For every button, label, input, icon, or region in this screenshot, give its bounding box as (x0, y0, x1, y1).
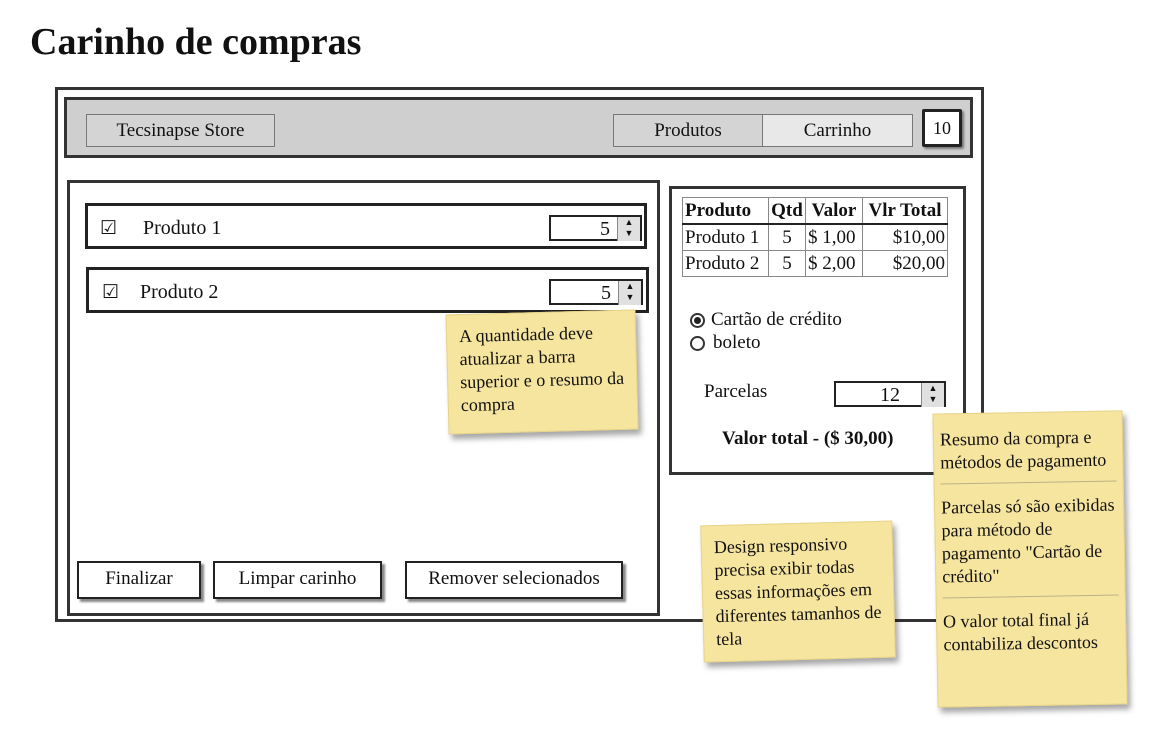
store-name-link[interactable]: Tecsinapse Store (86, 114, 275, 147)
radio-selected-icon[interactable] (690, 313, 705, 329)
note-section: O valor total final já contabiliza desco… (942, 608, 1099, 655)
note-section: Parcelas só são exibidas para método de … (940, 494, 1115, 587)
cart-item: ☑ Produto 2 5 ▲ ▼ (86, 267, 649, 313)
page-title: Carinho de compras (30, 21, 362, 63)
remove-selected-button[interactable]: Remover selecionados (405, 561, 623, 599)
item-name: Produto 2 (140, 281, 219, 303)
quantity-value: 5 (600, 218, 610, 240)
table-cell: $20,00 (862, 250, 948, 277)
total-amount: ($ 30,00) (823, 428, 894, 449)
quantity-value: 5 (601, 282, 611, 304)
sticky-note-quantity: A quantidade deve atualizar a barra supe… (445, 309, 639, 435)
table-cell: 5 (768, 223, 806, 251)
table-row: Produto 2 5 $ 2,00 $20,00 (682, 250, 948, 277)
sticky-note-responsive: Design responsivo precisa exibir todas e… (700, 520, 896, 663)
stepper-arrows-icon[interactable]: ▲ ▼ (921, 383, 944, 407)
stepper-arrows-icon[interactable]: ▲ ▼ (617, 217, 640, 241)
quantity-stepper[interactable]: 5 ▲ ▼ (549, 215, 642, 241)
tab-cart[interactable]: Carrinho (762, 114, 913, 147)
payment-option-label: boleto (713, 332, 761, 353)
finalize-button[interactable]: Finalizar (77, 561, 201, 599)
summary-table: Produto Qtd Valor Vlr Total Produto 1 5 … (682, 197, 948, 277)
table-cell: Produto 1 (682, 223, 769, 251)
table-cell: $ 2,00 (805, 250, 863, 277)
tab-products[interactable]: Produtos (613, 114, 763, 147)
payment-option-credit-card[interactable]: Cartão de crédito (690, 309, 842, 331)
quantity-stepper[interactable]: 5 ▲ ▼ (549, 279, 643, 305)
column-header: Vlr Total (862, 197, 948, 225)
payment-option-label: Cartão de crédito (711, 309, 842, 330)
stepper-arrows-icon[interactable]: ▲ ▼ (618, 281, 641, 305)
table-cell: $ 1,00 (805, 223, 863, 251)
item-checkbox[interactable]: ☑ (102, 281, 119, 304)
table-row: Produto 1 5 $ 1,00 $10,00 (682, 223, 948, 251)
cart-count-badge: 10 (922, 109, 962, 147)
payment-option-boleto[interactable]: boleto (690, 332, 761, 354)
column-header: Produto (682, 197, 769, 225)
cart-item: ☑ Produto 1 5 ▲ ▼ (85, 203, 647, 249)
column-header: Valor (805, 197, 863, 225)
item-name: Produto 1 (143, 217, 222, 239)
total-label: Valor total - (722, 428, 820, 449)
installments-value: 12 (880, 384, 900, 406)
installments-stepper[interactable]: 12 ▲ ▼ (834, 381, 946, 407)
note-section: Resumo da compra e métodos de pagamento (939, 426, 1107, 473)
sticky-note-summary: Resumo da compra e métodos de pagamento … (932, 410, 1128, 708)
radio-unselected-icon[interactable] (690, 336, 705, 352)
clear-cart-button[interactable]: Limpar carinho (213, 561, 382, 599)
column-header: Qtd (768, 197, 806, 225)
item-checkbox[interactable]: ☑ (100, 217, 117, 240)
table-cell: 5 (768, 250, 806, 277)
installments-label: Parcelas (704, 381, 768, 402)
table-cell: Produto 2 (682, 250, 769, 277)
total-value: Valor total - ($ 30,00) (722, 428, 894, 450)
table-header-row: Produto Qtd Valor Vlr Total (682, 197, 948, 225)
table-cell: $10,00 (862, 223, 948, 251)
